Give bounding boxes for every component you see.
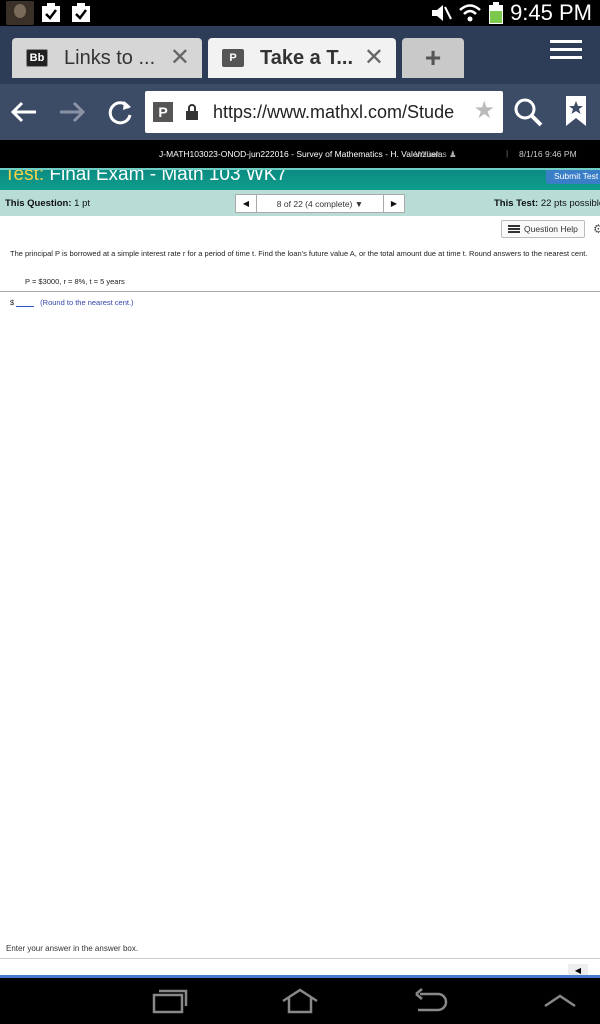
url-text[interactable]: https://www.mathxl.com/Stude <box>213 102 471 123</box>
this-test: This Test: 22 pts possible <box>494 198 600 209</box>
question-help-button[interactable]: Question Help <box>501 220 585 238</box>
list-icon <box>508 225 520 233</box>
back-arrow-icon[interactable] <box>8 96 40 128</box>
test-title: Test: Final Exam - Math 103 WK7 <box>4 168 287 185</box>
course-title: J-MATH103023-ONOD-jun222016 - Survey of … <box>159 149 443 159</box>
course-header: J-MATH103023-ONOD-jun222016 - Survey of … <box>0 140 600 168</box>
home-icon[interactable] <box>280 986 320 1016</box>
refresh-icon[interactable] <box>104 96 136 128</box>
clock: 9:45 PM <box>510 0 592 25</box>
answer-input[interactable] <box>16 297 35 307</box>
clipboard-check-icon <box>42 3 60 22</box>
this-question: This Question: 1 pt <box>5 198 90 209</box>
divider: | <box>506 148 509 158</box>
status-icons: 9:45 PM <box>430 0 592 26</box>
bookmark-icon[interactable] <box>562 94 590 128</box>
answer-row: $ (Round to the nearest cent.) <box>10 297 134 307</box>
tab-title: Take a T... <box>260 46 354 69</box>
menu-icon[interactable] <box>550 40 582 70</box>
address-row: P https://www.mathxl.com/Stude ★ <box>0 84 600 140</box>
submit-test-button[interactable]: Submit Test <box>546 170 600 184</box>
answer-hint: (Round to the nearest cent.) <box>40 297 134 307</box>
chevron-up-icon[interactable] <box>540 986 580 1016</box>
test-banner: Test: Final Exam - Math 103 WK7 Submit T… <box>0 168 600 190</box>
close-icon[interactable]: ✕ <box>364 44 384 72</box>
forward-arrow-icon[interactable] <box>56 96 88 128</box>
wifi-icon <box>459 4 481 22</box>
system-nav-bar <box>0 978 600 1024</box>
clipboard-check-icon <box>72 3 90 22</box>
previous-question-button[interactable]: ◀ <box>235 194 257 213</box>
close-icon[interactable]: ✕ <box>170 44 190 72</box>
given-values: P = $3000, r = 8%, t = 5 years <box>25 277 125 286</box>
question-pager: ◀ 8 of 22 (4 complete) ▼ ▶ <box>235 194 405 213</box>
user-name: Williams ♟ <box>415 149 457 159</box>
lock-icon <box>186 104 198 120</box>
datetime: 8/1/16 9:46 PM <box>519 149 577 159</box>
new-tab-button[interactable]: + <box>402 38 464 78</box>
question-prompt: The principal P is borrowed at a simple … <box>10 249 588 258</box>
back-icon[interactable] <box>410 986 450 1016</box>
tab-take-test[interactable]: P Take a T... ✕ <box>208 38 396 78</box>
url-bar[interactable]: P https://www.mathxl.com/Stude ★ <box>145 91 503 133</box>
divider <box>0 958 600 959</box>
chevron-down-icon: ▼ <box>354 198 364 209</box>
mute-icon <box>432 5 452 21</box>
dollar-sign: $ <box>10 297 15 307</box>
search-icon[interactable] <box>512 96 544 128</box>
blackboard-icon: Bb <box>26 49 48 67</box>
question-bar: This Question: 1 pt ◀ 8 of 22 (4 complet… <box>0 190 600 216</box>
tab-links[interactable]: Bb Links to ... ✕ <box>12 38 202 78</box>
tab-strip: Bb Links to ... ✕ P Take a T... ✕ + <box>0 26 600 84</box>
status-bar: 9:45 PM <box>0 0 600 26</box>
divider <box>0 291 600 292</box>
site-icon: P <box>153 102 173 122</box>
footer-instruction: Enter your answer in the answer box. <box>6 944 139 953</box>
pearson-icon: P <box>222 49 244 67</box>
battery-icon <box>489 2 504 24</box>
recent-apps-icon[interactable] <box>150 986 190 1016</box>
user-icon: ♟ <box>449 149 457 159</box>
star-icon[interactable]: ★ <box>473 99 495 123</box>
question-select[interactable]: 8 of 22 (4 complete) ▼ <box>257 194 383 213</box>
next-question-button[interactable]: ▶ <box>383 194 405 213</box>
avatar <box>6 1 34 25</box>
tab-title: Links to ... <box>64 46 156 69</box>
gear-icon[interactable]: ⚙ <box>593 222 600 236</box>
